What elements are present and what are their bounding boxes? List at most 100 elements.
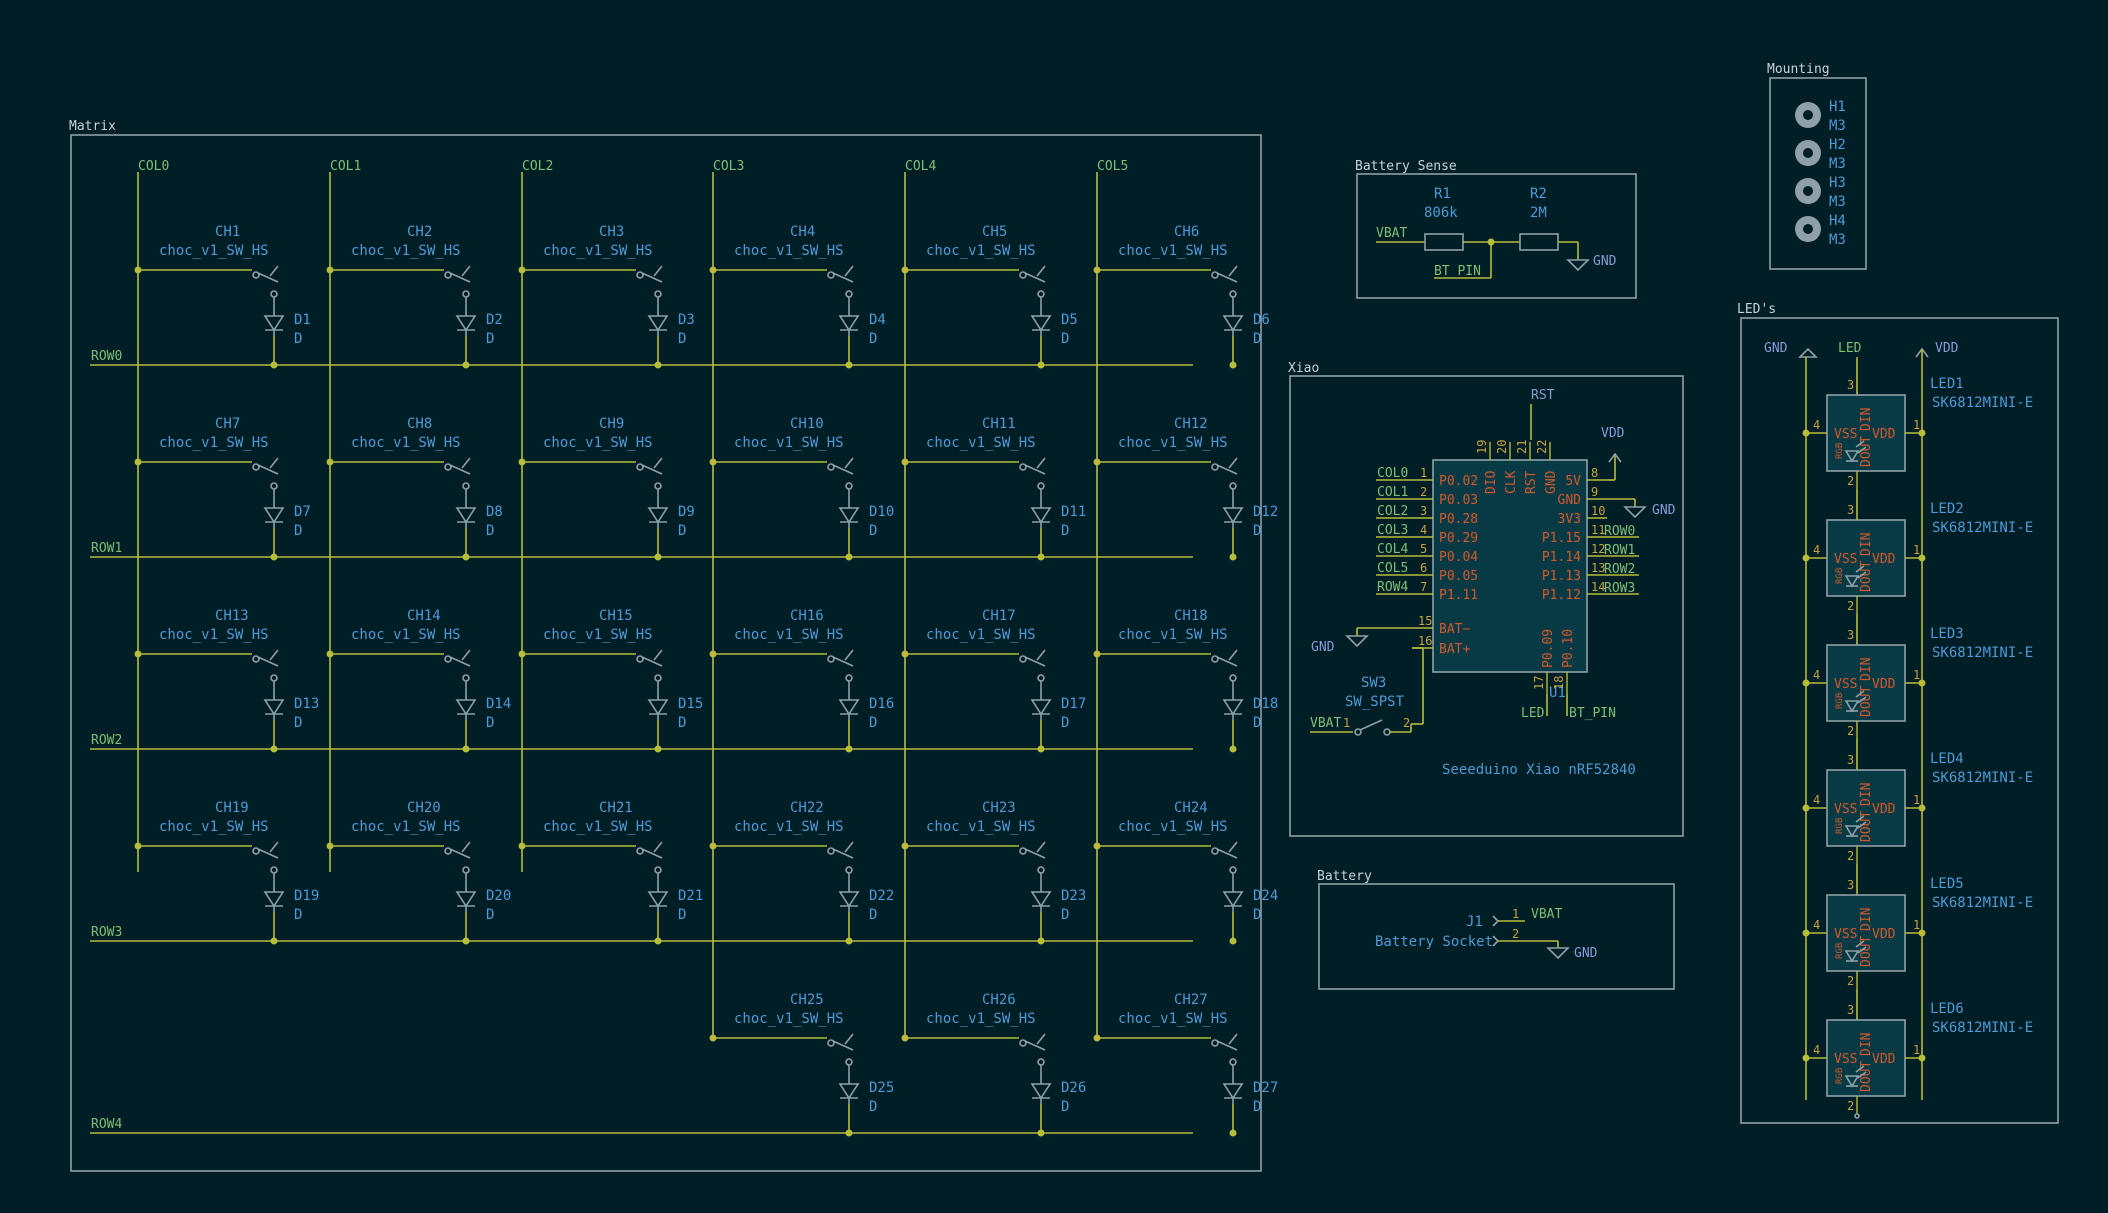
- diode-symbol: [647, 507, 669, 524]
- diode-symbol: [838, 1083, 860, 1100]
- top-pin-num: 21: [1515, 440, 1529, 454]
- switch-cell-ch4: CH4 choc_v1_SW_HS D4 D: [709, 224, 886, 369]
- switch-cell-ch21: CH21 choc_v1_SW_HS D21 D: [518, 800, 703, 945]
- col-label-4: COL4: [905, 159, 936, 174]
- switch-cell-ch17: CH17 choc_v1_SW_HS D17 D: [901, 608, 1086, 753]
- r1-value: 806k: [1424, 205, 1458, 221]
- diode-symbol: [1030, 699, 1052, 716]
- diode-value: D: [1061, 715, 1069, 731]
- diode-symbol: [1222, 1083, 1244, 1100]
- led-vss-num: 4: [1813, 1043, 1820, 1057]
- diode-value: D: [1061, 523, 1069, 539]
- diode-value: D: [1253, 907, 1261, 923]
- diode-ref: D12: [1253, 504, 1278, 520]
- matrix-frame: Matrix: [69, 119, 1262, 1172]
- led-vdd-num: 1: [1913, 668, 1920, 682]
- xiao-bottom-pin-name: P0.10: [1561, 629, 1576, 668]
- diode-symbol: [455, 507, 477, 524]
- led-dout-num: 2: [1847, 599, 1854, 613]
- led-vdd: VDD: [1872, 677, 1896, 692]
- switch-ref: CH24: [1174, 800, 1208, 816]
- xiao-right-pin-name: P1.15: [1542, 531, 1581, 546]
- switch-ref: CH11: [982, 416, 1016, 432]
- led-din: DIN: [1859, 908, 1874, 931]
- r2-value: 2M: [1530, 205, 1547, 221]
- led-vss-num: 4: [1813, 793, 1820, 807]
- switch-value: choc_v1_SW_HS: [734, 435, 844, 451]
- led-vss-num: 4: [1813, 543, 1820, 557]
- diode-value: D: [869, 907, 877, 923]
- switch-value: choc_v1_SW_HS: [159, 819, 269, 835]
- switch-cell-ch23: CH23 choc_v1_SW_HS D23 D: [901, 800, 1086, 945]
- sw3-vbat-label: VBAT: [1310, 716, 1341, 731]
- switch-ref: CH19: [215, 800, 249, 816]
- xiao-right-net: ROW3: [1604, 581, 1635, 596]
- diode-value: D: [294, 523, 302, 539]
- switch-value: choc_v1_SW_HS: [351, 435, 461, 451]
- led-din: DIN: [1859, 533, 1874, 556]
- switch-value: choc_v1_SW_HS: [351, 819, 461, 835]
- xiao-right-pin-name: 3V3: [1558, 512, 1581, 527]
- battery-sense-title: Battery Sense: [1355, 159, 1457, 174]
- switch-cell-ch14: CH14 choc_v1_SW_HS D14 D: [326, 608, 511, 753]
- led-value: SK6812MINI-E: [1932, 520, 2033, 536]
- switch-value: choc_v1_SW_HS: [351, 627, 461, 643]
- xiao-left-net: COL4: [1377, 542, 1408, 557]
- switch-cell-ch22: CH22 choc_v1_SW_HS D22 D: [709, 800, 894, 945]
- xiao-bottom-pin-num: 18: [1552, 676, 1566, 690]
- col-label-1: COL1: [330, 159, 361, 174]
- led-vss-num: 4: [1813, 418, 1820, 432]
- led-rgb: RGB: [1835, 943, 1845, 959]
- switch-cell-ch15: CH15 choc_v1_SW_HS D15 D: [518, 608, 703, 753]
- switch-value: choc_v1_SW_HS: [926, 435, 1036, 451]
- switch-cell-ch6: CH6 choc_v1_SW_HS D6 D: [1093, 224, 1270, 369]
- diode-value: D: [1253, 715, 1261, 731]
- diode-value: D: [1253, 1099, 1261, 1115]
- mounting-hole-2: H2M3: [1795, 137, 1846, 172]
- diode-ref: D25: [869, 1080, 894, 1096]
- xiao-right-pin-name: P1.14: [1542, 550, 1581, 565]
- switch-ref: CH12: [1174, 416, 1208, 432]
- switch-value: choc_v1_SW_HS: [543, 627, 653, 643]
- switch-value: choc_v1_SW_HS: [926, 819, 1036, 835]
- vbat-label: VBAT: [1376, 226, 1407, 241]
- led-value: SK6812MINI-E: [1932, 645, 2033, 661]
- hole-ref: H2: [1829, 137, 1846, 153]
- switch-value: choc_v1_SW_HS: [543, 819, 653, 835]
- col-label-2: COL2: [522, 159, 553, 174]
- diode-ref: D10: [869, 504, 894, 520]
- diode-ref: D9: [678, 504, 695, 520]
- j1-gnd: GND: [1574, 946, 1598, 961]
- switch-ref: CH22: [790, 800, 824, 816]
- switch-cell-ch12: CH12 choc_v1_SW_HS D12 D: [1093, 416, 1278, 561]
- xiao-led-net: LED: [1521, 706, 1545, 721]
- diode-value: D: [869, 331, 877, 347]
- sw3-ref: SW3: [1361, 675, 1386, 691]
- diode-value: D: [678, 523, 686, 539]
- led-vdd-label: VDD: [1935, 341, 1959, 356]
- diode-value: D: [294, 715, 302, 731]
- diode-symbol: [455, 891, 477, 908]
- led-rgb: RGB: [1835, 818, 1845, 834]
- xiao-right-pin-name: 5V: [1565, 474, 1581, 489]
- top-pin-num: 22: [1535, 440, 1549, 454]
- xiao-left-pin-num: 2: [1420, 485, 1427, 499]
- xiao-right-pin-num: 8: [1591, 466, 1598, 480]
- xiao-circuit: U1 Seeeduino Xiao nRF52840 RST VDD GND G…: [1310, 388, 1676, 778]
- xiao-left-net: COL1: [1377, 485, 1408, 500]
- led-5: 4 1VSS VDDDOUTDINRGB23 LED5SK6812MINI-E: [1802, 876, 2033, 1020]
- gnd-symbol: [1566, 259, 1590, 272]
- bs-gnd-label: GND: [1593, 254, 1617, 269]
- diode-ref: D23: [1061, 888, 1086, 904]
- xiao-title: Xiao: [1288, 361, 1319, 376]
- diode-value: D: [486, 907, 494, 923]
- diode-ref: D15: [678, 696, 703, 712]
- led-vdd: VDD: [1872, 802, 1896, 817]
- led-vss-num: 4: [1813, 668, 1820, 682]
- xiao-left-net: COL3: [1377, 523, 1408, 538]
- led-vdd-num: 1: [1913, 418, 1920, 432]
- row-label-3: ROW3: [91, 925, 122, 940]
- switch-cell-ch3: CH3 choc_v1_SW_HS D3 D: [518, 224, 695, 369]
- switch-ref: CH20: [407, 800, 441, 816]
- diode-value: D: [486, 523, 494, 539]
